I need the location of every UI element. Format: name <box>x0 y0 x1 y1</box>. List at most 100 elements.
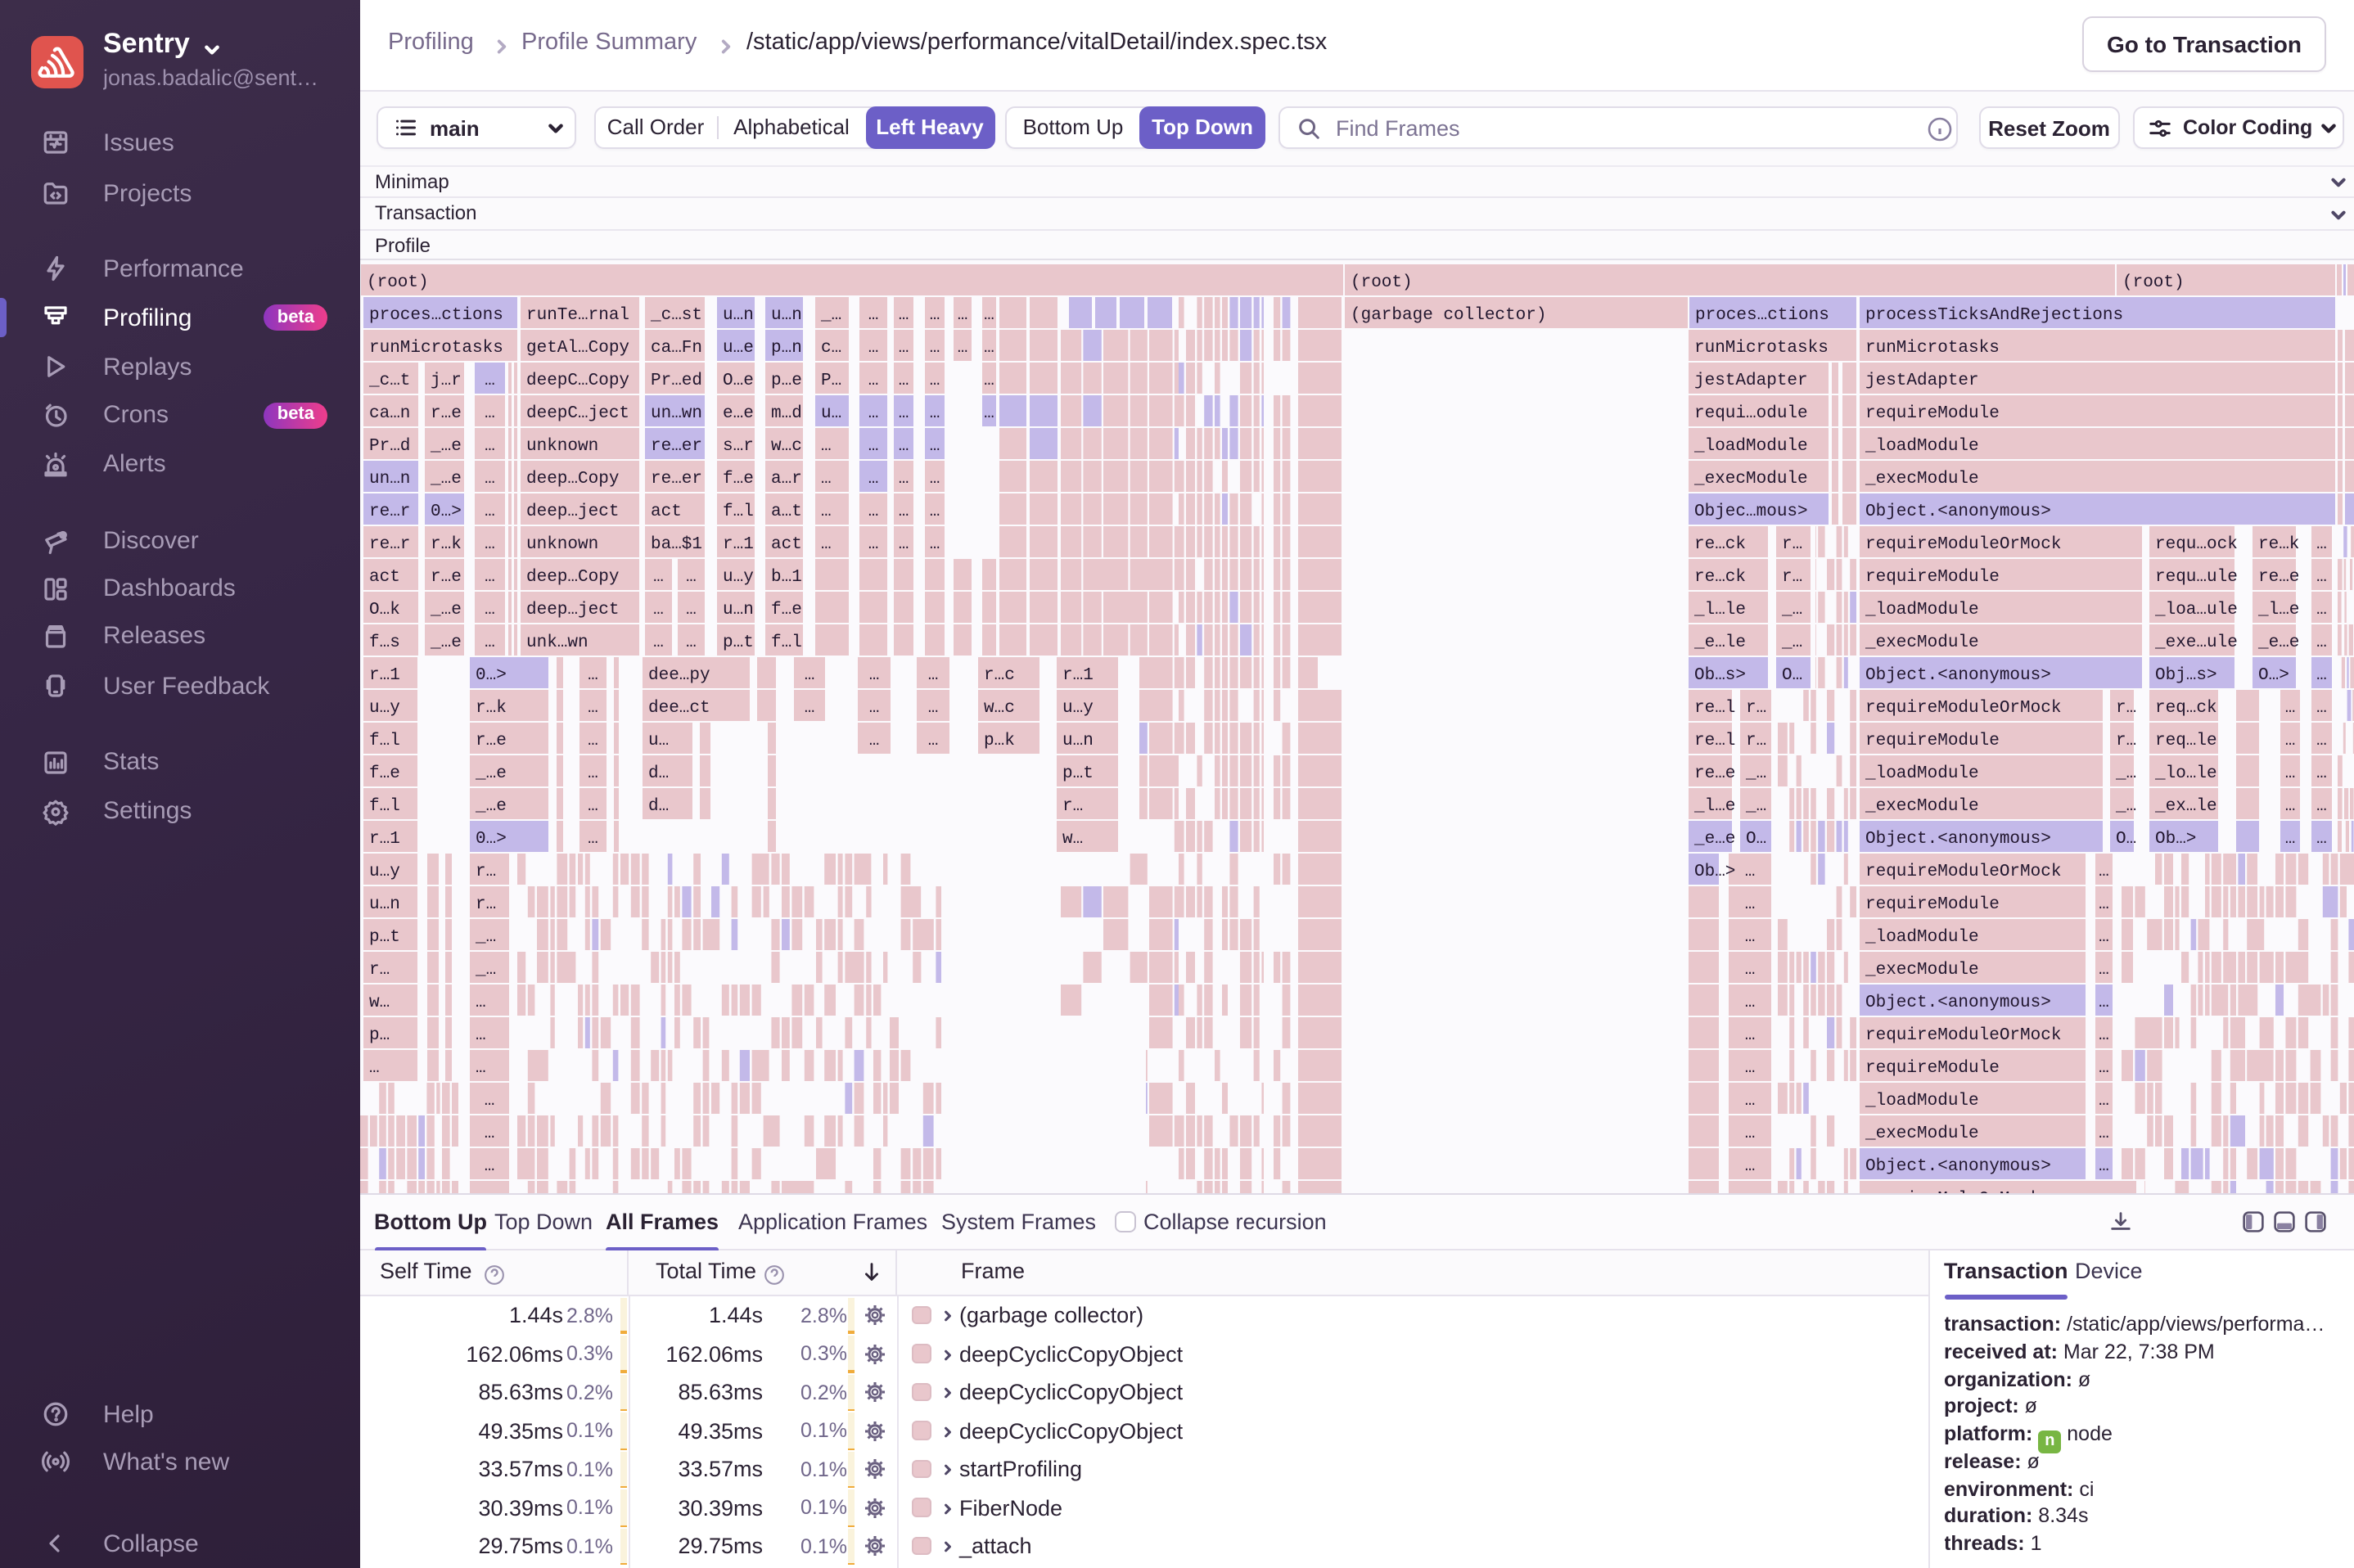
svg-text:O…k: O…k <box>369 601 400 620</box>
svg-text:r…e: r…e <box>431 568 462 587</box>
svg-text:r…1: r…1 <box>369 666 400 685</box>
svg-text:u…n: u…n <box>723 601 754 620</box>
svg-text:…: … <box>2316 764 2327 783</box>
svg-text:u…: u… <box>821 404 841 423</box>
svg-text:…: … <box>588 666 598 685</box>
svg-text:…: … <box>2316 699 2327 718</box>
svg-text:…: … <box>1745 1059 1756 1078</box>
svg-text:…: … <box>2099 961 2109 980</box>
svg-text:…: … <box>805 666 815 685</box>
svg-text:d…: d… <box>648 797 669 816</box>
svg-text:p…n: p…n <box>771 339 802 358</box>
svg-text:Objec…mous>: Objec…mous> <box>1694 502 1808 521</box>
svg-text:…: … <box>930 306 940 325</box>
svg-text:u…n: u…n <box>1062 732 1094 750</box>
svg-text:runTe…rnal: runTe…rnal <box>526 306 629 325</box>
svg-text:…: … <box>869 666 880 685</box>
svg-text:…: … <box>2099 994 2109 1012</box>
svg-text:…: … <box>984 404 994 423</box>
svg-text:_e…le: _e…le <box>1693 633 1746 652</box>
svg-text:_l…le: _l…le <box>1693 601 1746 620</box>
svg-text:re…k: re…k <box>2258 535 2299 554</box>
svg-text:_…e: _…e <box>430 633 462 652</box>
svg-text:0…>: 0…> <box>476 666 507 685</box>
svg-text:Object.<anonymous>: Object.<anonymous> <box>1865 666 2051 685</box>
svg-text:u…y: u…y <box>369 863 400 881</box>
svg-text:jestAdapter: jestAdapter <box>1694 372 1808 390</box>
svg-text:…: … <box>958 339 968 358</box>
svg-text:un…wn: un…wn <box>651 404 702 423</box>
svg-text:…: … <box>588 797 598 816</box>
svg-text:m…d: m…d <box>771 404 802 423</box>
svg-text:…: … <box>868 372 879 390</box>
svg-text:requireModuleOrMock: requireModuleOrMock <box>1865 699 2061 718</box>
svg-text:a…r: a…r <box>771 470 802 489</box>
svg-text:…: … <box>2285 699 2296 718</box>
svg-text:Pr…d: Pr…d <box>369 437 410 456</box>
svg-text:re…e: re…e <box>1694 764 1735 783</box>
svg-text:act: act <box>651 502 682 521</box>
svg-text:requireModule: requireModule <box>1865 1059 2000 1078</box>
svg-text:f…e: f…e <box>771 601 802 620</box>
svg-text:…: … <box>1745 1026 1756 1045</box>
svg-text:…: … <box>2316 633 2327 652</box>
svg-text:requireModuleOrMock: requireModuleOrMock <box>1865 1026 2061 1045</box>
svg-text:Ob…>: Ob…> <box>1694 863 1735 881</box>
svg-text:…: … <box>984 372 994 390</box>
svg-text:u…n: u…n <box>771 306 802 325</box>
svg-text:req…le: req…le <box>2155 732 2217 750</box>
svg-text:r…: r… <box>476 863 496 881</box>
svg-text:…: … <box>928 732 939 750</box>
svg-text:_loadModule: _loadModule <box>1865 928 1979 947</box>
svg-text:ba…$1: ba…$1 <box>651 535 702 554</box>
svg-text:_…: _… <box>1781 601 1802 620</box>
svg-text:r…: r… <box>1782 568 1802 587</box>
svg-text:…: … <box>899 437 909 456</box>
svg-text:u…y: u…y <box>723 568 754 587</box>
svg-text:runMicrotasks: runMicrotasks <box>1865 339 2000 358</box>
svg-text:…: … <box>869 699 880 718</box>
svg-text:f…l: f…l <box>369 732 400 750</box>
svg-text:_loadModule: _loadModule <box>1865 1092 1979 1111</box>
svg-text:_execModule: _execModule <box>1693 470 1808 489</box>
svg-text:…: … <box>653 601 664 620</box>
svg-text:s…r: s…r <box>723 437 754 456</box>
svg-text:r…: r… <box>2116 732 2136 750</box>
svg-text:…: … <box>653 633 664 652</box>
svg-text:…: … <box>930 437 940 456</box>
svg-text:O…: O… <box>1746 830 1766 849</box>
svg-text:_loadModule: _loadModule <box>1693 437 1808 456</box>
svg-text:Ob…>: Ob…> <box>2155 830 2196 849</box>
svg-text:0…>: 0…> <box>431 502 462 521</box>
svg-text:…: … <box>2099 1026 2109 1045</box>
svg-text:_…e: _…e <box>430 601 462 620</box>
svg-text:_loadModule: _loadModule <box>1865 601 1979 620</box>
svg-text:…: … <box>1745 1157 1756 1176</box>
svg-text:a…t: a…t <box>771 502 802 521</box>
svg-text:requireModuleOrMock: requireModuleOrMock <box>1865 863 2061 881</box>
svg-text:re…l: re…l <box>1694 732 1735 750</box>
svg-text:…: … <box>588 699 598 718</box>
svg-text:r…k: r…k <box>476 699 507 718</box>
svg-text:…: … <box>485 568 495 587</box>
svg-text:…: … <box>485 502 495 521</box>
svg-text:…: … <box>2099 863 2109 881</box>
svg-text:_execModule: _execModule <box>1865 961 1979 980</box>
svg-text:u…n: u…n <box>369 895 400 914</box>
svg-text:…: … <box>821 502 832 521</box>
svg-text:Object.<anonymous>: Object.<anonymous> <box>1865 994 2051 1012</box>
svg-text:_execModule: _execModule <box>1865 470 1979 489</box>
svg-text:deepC…ject: deepC…ject <box>526 404 629 423</box>
svg-text:…: … <box>930 372 940 390</box>
svg-text:…: … <box>369 1059 380 1078</box>
svg-text:p…: p… <box>369 1026 390 1045</box>
svg-text:unknown: unknown <box>526 437 598 456</box>
svg-text:…: … <box>2099 928 2109 947</box>
svg-text:requ…ule: requ…ule <box>2155 568 2238 587</box>
svg-text:_loa…ule: _loa…ule <box>2154 601 2238 620</box>
svg-text:…: … <box>869 732 880 750</box>
svg-text:…: … <box>2316 797 2327 816</box>
svg-text:…: … <box>2099 1157 2109 1176</box>
svg-text:O…: O… <box>2116 830 2136 849</box>
svg-text:_c…t: _c…t <box>368 372 410 390</box>
